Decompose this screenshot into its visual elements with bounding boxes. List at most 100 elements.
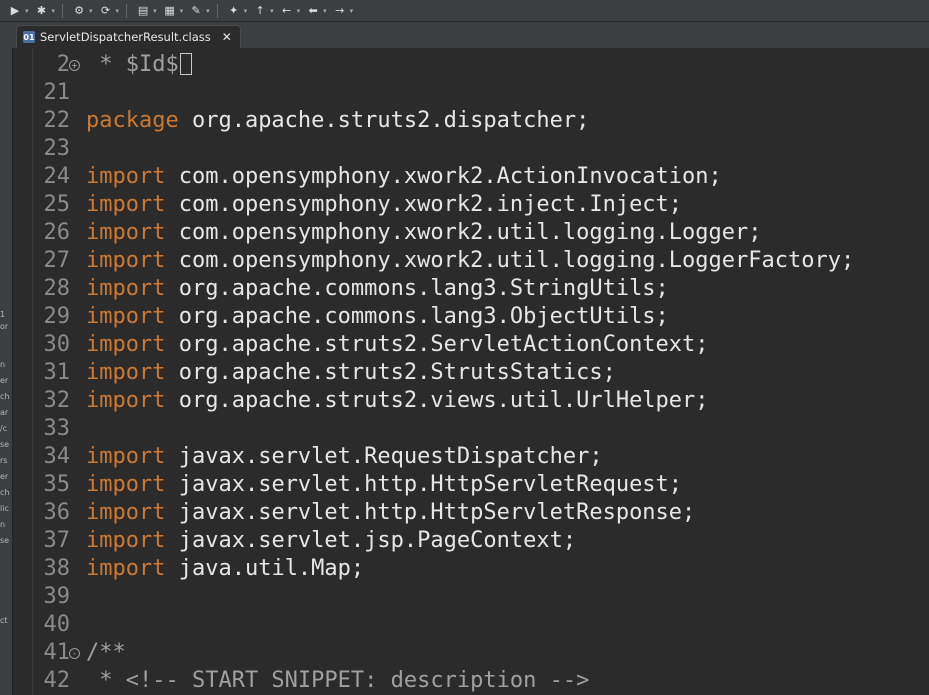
code-line[interactable]: import java.util.Map; [86, 555, 364, 583]
code-line[interactable]: * $Id$ [86, 51, 192, 79]
new-folder-icon[interactable]: ▦ [161, 3, 179, 19]
keyword-token: import [86, 164, 166, 189]
explorer-text-fragment: ch [0, 392, 10, 401]
code-token: com.opensymphony.xwork2.util.logging.Log… [165, 220, 762, 245]
code-area[interactable]: * $Id$ package org.apache.struts2.dispatc… [86, 48, 929, 695]
package-explorer-edge[interactable]: 1 or n er ch ar/c se rs er ch lic n se ct [0, 22, 13, 695]
annotation-icon[interactable]: ✦ [225, 3, 243, 19]
code-token: com.opensymphony.xwork2.util.logging.Log… [165, 248, 855, 273]
explorer-text-fragment: or [0, 322, 9, 331]
build-icon[interactable]: ⚙ [70, 3, 88, 19]
explorer-text-fragment: /c [0, 424, 8, 433]
line-number: 2 [56, 52, 70, 77]
fold-collapse-icon[interactable]: - [69, 648, 80, 659]
code-line[interactable]: import org.apache.struts2.StrutsStatics; [86, 359, 616, 387]
explorer-text-fragment: se [0, 440, 10, 449]
dropdown-arrow-icon[interactable]: ▾ [270, 7, 274, 15]
explorer-text-fragment: se [0, 536, 10, 545]
forward-arrow-icon[interactable]: → [331, 3, 349, 19]
line-number: 21 [43, 80, 71, 105]
keyword-token: import [86, 276, 166, 301]
explorer-text-fragment: er [0, 376, 9, 385]
line-number: 36 [43, 500, 71, 525]
explorer-text-fragment: ch [0, 488, 10, 497]
code-line[interactable]: * <!-- START SNIPPET: description --> [86, 667, 589, 695]
code-line[interactable]: package org.apache.struts2.dispatcher; [86, 107, 589, 135]
class-file-icon: 01 [23, 31, 35, 43]
code-line[interactable]: import com.opensymphony.xwork2.util.logg… [86, 219, 762, 247]
explorer-text-fragment: lic [0, 504, 9, 513]
explorer-text-fragment: er [0, 472, 9, 481]
code-token: com.opensymphony.xwork2.inject.Inject; [165, 192, 683, 217]
code-line[interactable]: import com.opensymphony.xwork2.util.logg… [86, 247, 854, 275]
explorer-text-fragment: n [0, 520, 6, 529]
dropdown-arrow-icon[interactable]: ▾ [89, 7, 93, 15]
code-line[interactable]: import org.apache.struts2.ServletActionC… [86, 331, 709, 359]
close-icon[interactable]: ✕ [222, 30, 232, 44]
dropdown-arrow-icon[interactable]: ▾ [25, 7, 29, 15]
code-line[interactable]: import org.apache.struts2.views.util.Url… [86, 387, 709, 415]
line-number: 42 [43, 668, 71, 693]
code-line[interactable]: import org.apache.commons.lang3.StringUt… [86, 275, 669, 303]
up-arrow-icon[interactable]: ↑ [251, 3, 269, 19]
back-dropdown-icon[interactable]: ⬅ [304, 3, 322, 19]
code-line[interactable]: import com.opensymphony.xwork2.inject.In… [86, 191, 682, 219]
dropdown-arrow-icon[interactable]: ▾ [297, 7, 301, 15]
dropdown-arrow-icon[interactable]: ▾ [323, 7, 327, 15]
line-number: 33 [43, 416, 71, 441]
debug-icon[interactable]: ✱ [33, 3, 51, 19]
back-arrow-icon[interactable]: ← [278, 3, 296, 19]
dropdown-arrow-icon[interactable]: ▾ [206, 7, 210, 15]
text-cursor [179, 53, 192, 75]
dropdown-arrow-icon[interactable]: ▾ [116, 7, 120, 15]
keyword-token: import [86, 220, 166, 245]
dropdown-arrow-icon[interactable]: ▾ [153, 7, 157, 15]
explorer-text-fragment: n [0, 360, 6, 369]
code-line[interactable]: import com.opensymphony.xwork2.ActionInv… [86, 163, 722, 191]
main-toolbar: ▶ ▾ ✱ ▾ ⚙ ▾ ⟳ ▾ ▤ ▾ ▦ ▾ ✎ ▾ ✦ ▾ ↑ ▾ ← ▾ ⬅ ▾ → ▾ [0, 0, 929, 22]
code-editor[interactable]: 2 +21 22 23 24 25 26 27 28 29 30 31 32 33 34 35 36 37 38 39… [28, 48, 929, 695]
fold-expand-icon[interactable]: + [69, 60, 80, 71]
line-number: 24 [43, 164, 71, 189]
keyword-token: import [86, 192, 166, 217]
keyword-token: import [86, 528, 166, 553]
line-number: 30 [43, 332, 71, 357]
line-number: 37 [43, 528, 71, 553]
open-folder-icon[interactable]: ▤ [134, 3, 152, 19]
code-line[interactable]: import javax.servlet.http.HttpServletReq… [86, 471, 682, 499]
keyword-token: import [86, 500, 166, 525]
line-number-ruler: 2 +21 22 23 24 25 26 27 28 29 30 31 32 33 34 35 36 37 38 39… [28, 48, 80, 695]
editor-tab-servletdispatcherresult[interactable]: 01 ServletDispatcherResult.class ✕ [16, 25, 241, 48]
comment-token: * <!-- START SNIPPET: description --> [86, 668, 590, 693]
code-token: org.apache.struts2.ServletActionContext; [165, 332, 709, 357]
dropdown-arrow-icon[interactable]: ▾ [350, 7, 354, 15]
code-token: com.opensymphony.xwork2.ActionInvocation… [165, 164, 722, 189]
dropdown-arrow-icon[interactable]: ▾ [52, 7, 56, 15]
editor-tab-strip: 01 ServletDispatcherResult.class ✕ [12, 22, 929, 48]
eclipse-window: ▶ ▾ ✱ ▾ ⚙ ▾ ⟳ ▾ ▤ ▾ ▦ ▾ ✎ ▾ ✦ ▾ ↑ ▾ ← ▾ ⬅ ▾ → ▾ 1 or n er ch ar/c se r… [0, 0, 929, 695]
line-number: 38 [43, 556, 71, 581]
keyword-token: import [86, 332, 166, 357]
keyword-token: import [86, 472, 166, 497]
comment-token: /** [86, 640, 126, 665]
keyword-token: import [86, 304, 166, 329]
line-number: 35 [43, 472, 71, 497]
code-line[interactable]: import javax.servlet.jsp.PageContext; [86, 527, 576, 555]
code-line[interactable]: import javax.servlet.RequestDispatcher; [86, 443, 603, 471]
dropdown-arrow-icon[interactable]: ▾ [180, 7, 184, 15]
code-line[interactable]: import org.apache.commons.lang3.ObjectUt… [86, 303, 669, 331]
pencil-icon[interactable]: ✎ [187, 3, 205, 19]
dropdown-arrow-icon[interactable]: ▾ [244, 7, 248, 15]
keyword-token: import [86, 556, 166, 581]
run-icon[interactable]: ▶ [6, 3, 24, 19]
code-line[interactable]: /** [86, 639, 126, 667]
explorer-text-fragment: 1 [0, 310, 6, 319]
code-line[interactable]: import javax.servlet.http.HttpServletRes… [86, 499, 695, 527]
code-token: javax.servlet.RequestDispatcher; [165, 444, 603, 469]
code-token: org.apache.struts2.views.util.UrlHelper; [165, 388, 709, 413]
refresh-icon[interactable]: ⟳ [97, 3, 115, 19]
code-token: org.apache.commons.lang3.StringUtils; [165, 276, 669, 301]
ruler-divider [32, 48, 33, 695]
line-number: 28 [43, 276, 71, 301]
line-number: 41 [43, 640, 71, 665]
